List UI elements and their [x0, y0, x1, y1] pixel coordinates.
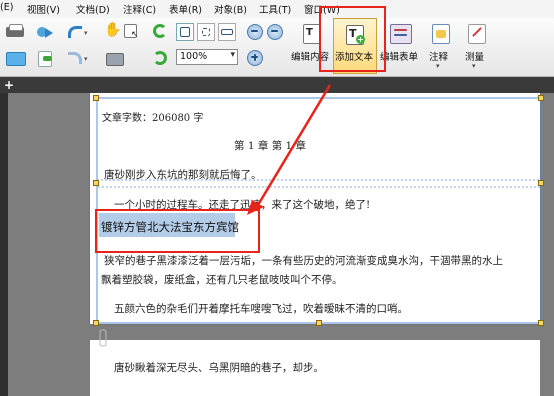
menu-document[interactable]: 文档(D)	[76, 2, 110, 16]
menu-comment[interactable]: 注释(C)	[123, 2, 156, 16]
undo-button[interactable]: ▾	[66, 24, 90, 40]
chapter-title: 第 1 章 第 1 章	[234, 140, 307, 152]
resize-handle[interactable]	[93, 95, 99, 101]
paragraph-line: 飘着塑胶袋，废纸盒，还有几只老鼠吱吱叫个不停。	[101, 274, 343, 286]
menu-tools[interactable]: 工具(T)	[259, 2, 291, 16]
hand-tool-icon[interactable]: ✋	[104, 22, 121, 40]
snapshot-icon[interactable]	[104, 50, 124, 66]
fit-page-icon[interactable]	[197, 23, 215, 41]
menu-view[interactable]: 视图(V)	[27, 2, 60, 16]
page-export-icon[interactable]	[35, 49, 55, 67]
redo-button[interactable]: ▾	[66, 50, 90, 66]
text-cursor-icon: T	[306, 27, 313, 38]
print-button[interactable]	[4, 24, 26, 40]
select-text-icon[interactable]: ↖	[122, 22, 140, 40]
text-line: 一个小时的过程车。还走了迅速，来了这个破地，绝了!	[114, 199, 371, 211]
add-text-highlight-box	[319, 6, 386, 72]
document-tab-strip: +	[0, 77, 554, 93]
resize-handle[interactable]	[93, 180, 99, 186]
resize-handle[interactable]	[538, 180, 544, 186]
zoom-value: 100%	[180, 51, 208, 62]
paragraph-line: 五颜六色的杂毛们开着摩托车嗖嗖飞过，吹着暧昧不清的口哨。	[114, 303, 408, 315]
email-button[interactable]	[4, 50, 26, 66]
zoom-minus-icon[interactable]	[266, 23, 284, 41]
document-page-2: 唐砂瞅着深无尽头、乌黑阴暗的巷子，却步。	[90, 340, 540, 396]
fit-width-icon[interactable]	[218, 23, 236, 41]
forward-arrow-icon[interactable]	[35, 23, 55, 41]
menu-bar: (E) 视图(V) 文档(D) 注释(C) 表单(R) 对象(B) 工具(T) …	[0, 0, 554, 19]
resize-handle[interactable]	[538, 95, 544, 101]
zoom-out-icon[interactable]	[246, 23, 264, 41]
rotate-back-icon[interactable]	[150, 49, 170, 67]
chevron-down-icon: ▾	[230, 50, 235, 60]
actual-size-icon[interactable]	[176, 23, 194, 41]
chevron-down-icon: ▾	[436, 62, 440, 70]
edit-form-button[interactable]: 编辑表单	[380, 22, 422, 70]
menu-edit[interactable]: (E)	[0, 2, 13, 13]
word-count: 文章字数：206080 字	[102, 113, 204, 124]
menu-form[interactable]: 表单(R)	[169, 2, 202, 16]
document-page: 文章字数：206080 字 第 1 章 第 1 章 唐砂刚步入东坑的那刻就后悔了…	[90, 93, 540, 324]
text-line: 唐砂瞅着深无尽头、乌黑阴暗的巷子，却步。	[114, 362, 324, 374]
measure-button[interactable]: 测量 ▾	[462, 22, 492, 74]
text-line: 唐砂刚步入东坑的那刻就后悔了。	[104, 169, 262, 181]
resize-handle[interactable]	[538, 320, 544, 326]
chevron-down-icon: ▾	[472, 62, 476, 70]
new-tab-plus-icon[interactable]: +	[3, 77, 15, 93]
rotate-view-icon[interactable]	[150, 22, 170, 40]
toolbar: ▾ ▾ ✋ ↖ 100% ▾ T 编辑内容 T + 添加文本 编辑表单 注释 ▾…	[0, 6, 554, 77]
paragraph-line: 狭窄的巷子黑漆漆泛着一层污垢，一条有些历史的河流渐变成臭水沟，干涸带黑的水上	[104, 255, 503, 267]
left-panel	[0, 93, 8, 396]
menu-object[interactable]: 对象(B)	[214, 2, 247, 16]
resize-handle[interactable]	[316, 320, 322, 326]
added-text-box[interactable]: 镀锌方管北大法宝东方宾馆	[101, 219, 239, 235]
annotate-button[interactable]: 注释 ▾	[426, 22, 456, 74]
zoom-in-icon[interactable]	[246, 49, 264, 67]
zoom-select[interactable]: 100% ▾	[176, 49, 238, 65]
measure-label: 测量	[465, 52, 485, 63]
annotate-label: 注释	[429, 52, 449, 63]
resize-handle[interactable]	[93, 320, 99, 326]
